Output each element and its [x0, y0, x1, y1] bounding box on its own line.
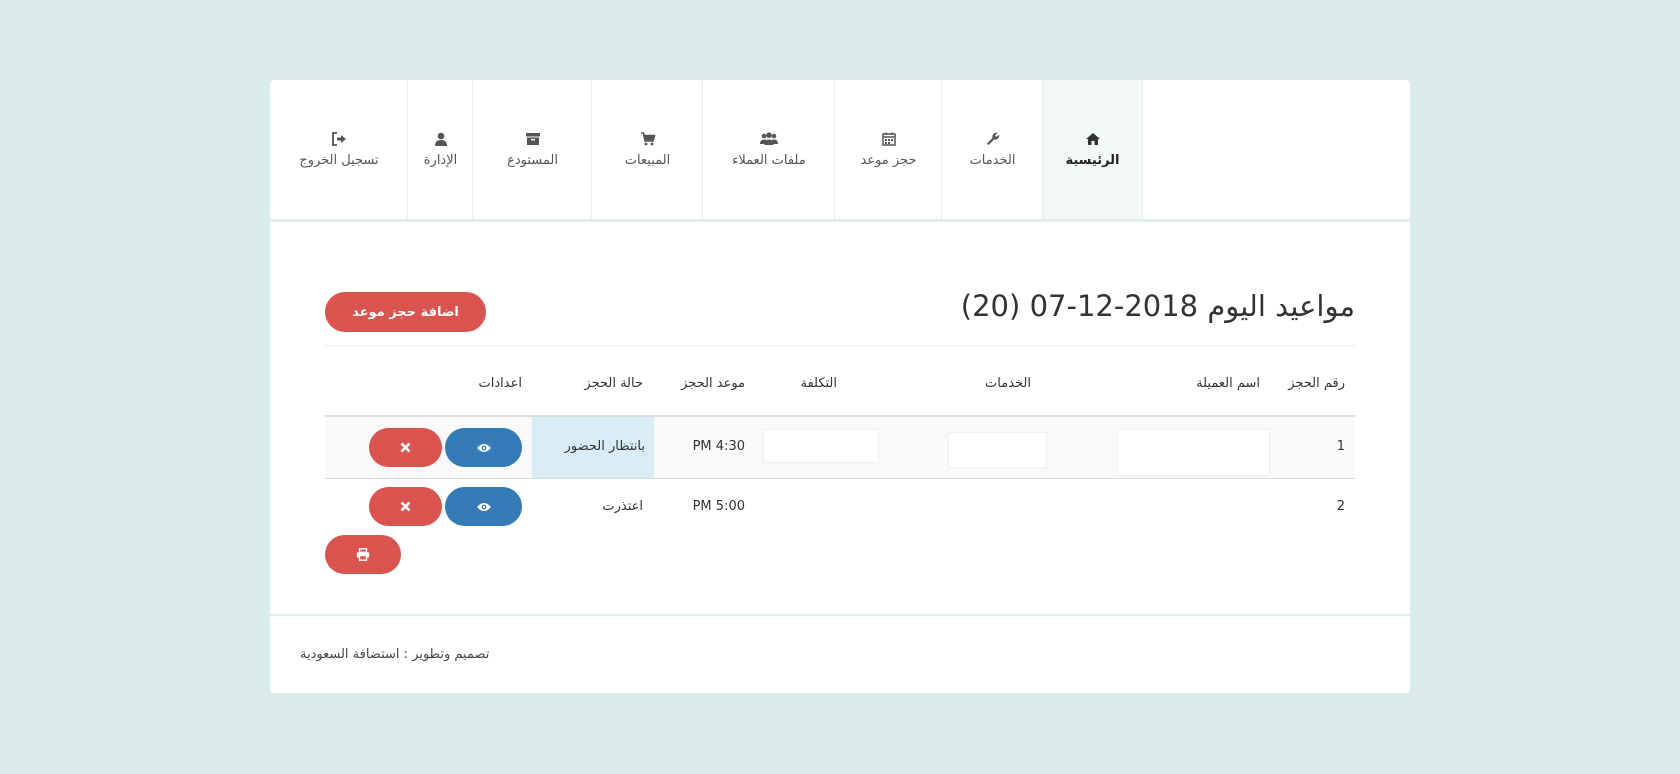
header-cost: التكلفة [800, 376, 837, 391]
nav-item-services[interactable]: الخدمات [941, 80, 1043, 219]
nav-label-booking: حجز موعد [860, 153, 917, 168]
booking-status: اعتذرت [602, 499, 643, 514]
home-icon [1085, 133, 1100, 145]
table-row: 2 5:00 PM اعتذرت [325, 479, 1355, 540]
booking-time: 4:30 PM [692, 439, 745, 454]
wrench-icon [986, 132, 999, 145]
header-time: موعد الحجز [681, 376, 745, 391]
delete-button[interactable] [369, 487, 442, 526]
nav-label-clients: ملفات العملاء [732, 153, 806, 168]
client-name-cell [1117, 429, 1270, 476]
calendar-icon [881, 132, 896, 146]
header-status: حالة الحجز [584, 376, 643, 391]
main-card: الرئيسية الخدمات حجز موعد ملفات العملاء … [270, 80, 1410, 693]
close-icon [400, 442, 411, 453]
delete-button[interactable] [369, 428, 442, 467]
add-booking-button[interactable]: اضافة حجز موعد [325, 292, 486, 332]
footer-credits: تصميم وتطوير : استضافة السعودية [300, 647, 490, 662]
print-button[interactable] [325, 535, 401, 574]
booking-status: بانتظار الحضور [564, 439, 645, 454]
services-cell [948, 432, 1047, 468]
nav-item-home[interactable]: الرئيسية [1042, 80, 1143, 219]
page-title: مواعيد اليوم 2018-12-07 (20) [960, 289, 1355, 323]
nav-label-admin: الإدارة [423, 153, 458, 168]
view-button[interactable] [445, 428, 522, 467]
user-icon [434, 132, 447, 146]
eye-icon [476, 443, 491, 452]
header-client: اسم العميلة [1196, 376, 1260, 391]
cost-cell [763, 429, 879, 463]
nav-label-home: الرئيسية [1065, 153, 1120, 168]
users-icon [760, 132, 778, 145]
nav-item-logout[interactable]: تسجيل الخروج [270, 80, 408, 219]
table-row: 1 4:30 PM بانتظار الحضور [325, 417, 1355, 478]
booking-time: 5:00 PM [692, 499, 745, 514]
title-divider [325, 345, 1355, 346]
header-id: رقم الحجز [1288, 376, 1345, 391]
close-icon [400, 501, 411, 512]
print-icon [356, 548, 370, 561]
nav-item-booking[interactable]: حجز موعد [834, 80, 942, 219]
archive-icon [525, 133, 540, 145]
cart-icon [640, 132, 656, 146]
footer-divider [270, 614, 1410, 616]
nav-label-logout: تسجيل الخروج [299, 153, 379, 168]
nav-label-warehouse: المستودع [507, 153, 558, 168]
view-button[interactable] [445, 487, 522, 526]
nav-label-sales: المبيعات [624, 153, 671, 168]
top-nav: الرئيسية الخدمات حجز موعد ملفات العملاء … [270, 80, 1410, 222]
logout-icon [332, 132, 346, 146]
nav-item-warehouse[interactable]: المستودع [472, 80, 592, 219]
row-id: 1 [1336, 439, 1345, 454]
nav-label-services: الخدمات [969, 153, 1016, 168]
eye-icon [476, 502, 491, 511]
header-services: الخدمات [985, 376, 1031, 391]
nav-item-sales[interactable]: المبيعات [591, 80, 703, 219]
nav-item-clients[interactable]: ملفات العملاء [702, 80, 835, 219]
row-id: 2 [1336, 499, 1345, 514]
nav-item-admin[interactable]: الإدارة [407, 80, 473, 219]
header-settings: اعدادات [478, 376, 522, 391]
